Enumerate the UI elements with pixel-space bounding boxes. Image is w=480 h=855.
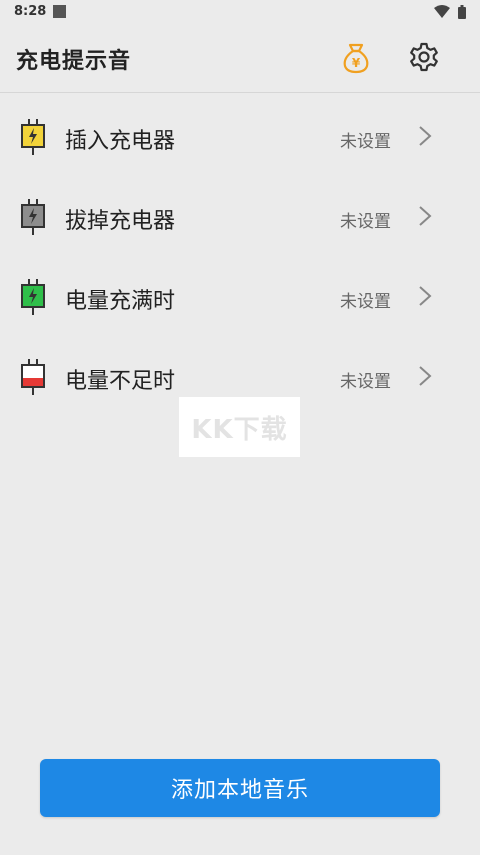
watermark: KK下载 xyxy=(179,397,300,457)
plug-yellow-icon xyxy=(21,119,45,155)
list-item-full-charge[interactable]: 电量充满时 未设置 xyxy=(0,257,480,337)
watermark-text: KK下载 xyxy=(191,414,288,445)
list-item-label: 电量不足时 xyxy=(65,369,176,394)
sound-event-list: 插入充电器 未设置 拔掉充电器 未设置 电量充满时 未设置 电量不足时 未设置 xyxy=(0,97,480,417)
plug-gray-icon xyxy=(21,199,45,235)
chevron-right-icon xyxy=(419,206,432,226)
status-bar: 8:28 xyxy=(0,0,480,24)
plug-green-icon xyxy=(21,279,45,315)
gear-icon[interactable] xyxy=(408,41,440,73)
list-item-status: 未设置 xyxy=(340,292,391,312)
battery-icon xyxy=(458,5,466,19)
plug-red-icon xyxy=(21,359,45,395)
add-local-music-button[interactable]: 添加本地音乐 xyxy=(40,759,440,817)
chevron-right-icon xyxy=(419,366,432,386)
list-item-status: 未设置 xyxy=(340,372,391,392)
list-item-plug-in[interactable]: 插入充电器 未设置 xyxy=(0,97,480,177)
list-item-label: 电量充满时 xyxy=(65,289,176,314)
wifi-icon xyxy=(434,5,450,18)
chevron-right-icon xyxy=(419,286,432,306)
list-item-status: 未设置 xyxy=(340,132,391,152)
app-bar: 充电提示音 ¥ xyxy=(0,24,480,93)
list-item-label: 插入充电器 xyxy=(65,129,176,154)
notification-icon xyxy=(53,5,66,18)
status-time: 8:28 xyxy=(14,4,47,19)
list-item-label: 拔掉充电器 xyxy=(65,209,176,234)
svg-text:¥: ¥ xyxy=(352,56,361,70)
money-bag-icon[interactable]: ¥ xyxy=(341,42,371,74)
list-item-status: 未设置 xyxy=(340,212,391,232)
chevron-right-icon xyxy=(419,126,432,146)
list-item-unplug[interactable]: 拔掉充电器 未设置 xyxy=(0,177,480,257)
page-title: 充电提示音 xyxy=(16,49,132,74)
